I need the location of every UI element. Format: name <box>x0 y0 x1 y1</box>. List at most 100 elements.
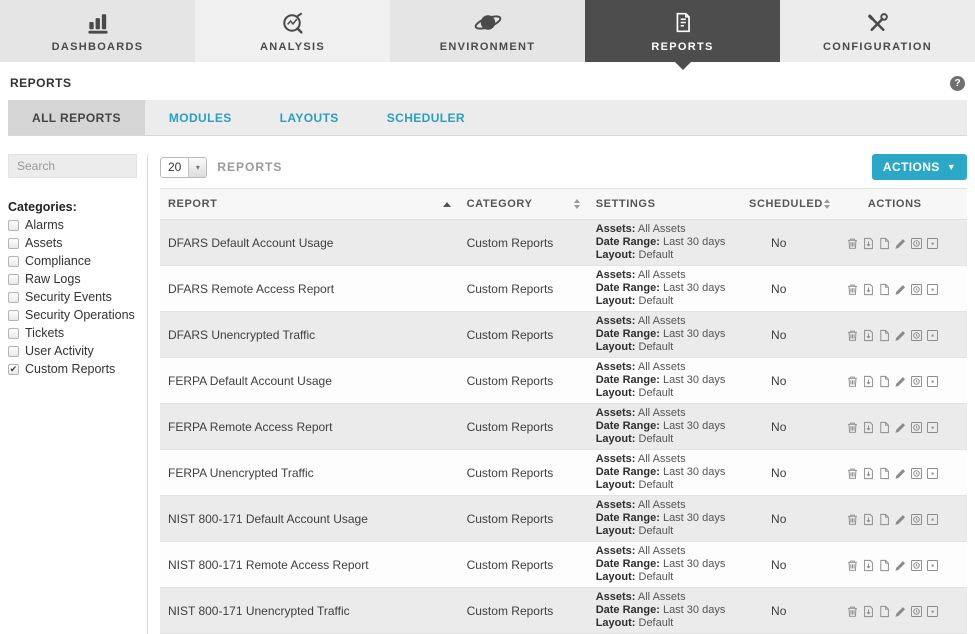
checkbox-icon[interactable] <box>8 237 19 249</box>
checkbox-icon[interactable] <box>8 291 19 303</box>
delete-icon[interactable] <box>846 513 859 526</box>
category-filter-security-operations[interactable]: Security Operations <box>8 308 137 322</box>
export-icon[interactable] <box>862 375 875 388</box>
checkbox-icon[interactable] <box>8 273 19 285</box>
export-icon[interactable] <box>862 467 875 480</box>
actions-button[interactable]: ACTIONS ▼ <box>871 154 967 180</box>
table-row[interactable]: FERPA Remote Access Report Custom Reports… <box>160 403 967 450</box>
copy-icon[interactable] <box>878 467 891 480</box>
edit-icon[interactable] <box>894 237 907 250</box>
copy-icon[interactable] <box>878 513 891 526</box>
delete-icon[interactable] <box>846 283 859 296</box>
edit-icon[interactable] <box>894 467 907 480</box>
edit-icon[interactable] <box>894 283 907 296</box>
checkbox-icon[interactable] <box>8 345 19 357</box>
delete-icon[interactable] <box>846 605 859 618</box>
tab-scheduler[interactable]: SCHEDULER <box>363 100 489 135</box>
search-input[interactable] <box>8 154 137 178</box>
table-row[interactable]: DFARS Default Account Usage Custom Report… <box>160 219 967 266</box>
table-row[interactable]: NIST 800-171 Remote Access Report Custom … <box>160 541 967 588</box>
category-filter-compliance[interactable]: Compliance <box>8 254 137 268</box>
category-filter-assets[interactable]: Assets <box>8 236 137 250</box>
help-icon[interactable]: ? <box>950 75 965 91</box>
run-icon[interactable] <box>926 329 939 342</box>
edit-icon[interactable] <box>894 421 907 434</box>
export-icon[interactable] <box>862 237 875 250</box>
run-icon[interactable] <box>926 283 939 296</box>
column-header-category[interactable]: CATEGORY <box>458 189 588 220</box>
checkbox-icon[interactable] <box>8 309 19 321</box>
schedule-icon[interactable] <box>910 283 923 296</box>
delete-icon[interactable] <box>846 559 859 572</box>
run-icon[interactable] <box>926 605 939 618</box>
schedule-icon[interactable] <box>910 559 923 572</box>
edit-icon[interactable] <box>894 375 907 388</box>
delete-icon[interactable] <box>846 421 859 434</box>
edit-icon[interactable] <box>894 513 907 526</box>
export-icon[interactable] <box>862 283 875 296</box>
export-icon[interactable] <box>862 559 875 572</box>
tab-layouts[interactable]: LAYOUTS <box>256 100 363 135</box>
copy-icon[interactable] <box>878 283 891 296</box>
tab-all-reports[interactable]: ALL REPORTS <box>8 100 145 135</box>
table-row[interactable]: DFARS Remote Access Report Custom Reports… <box>160 265 967 312</box>
edit-icon[interactable] <box>894 559 907 572</box>
delete-icon[interactable] <box>846 375 859 388</box>
delete-icon[interactable] <box>846 237 859 250</box>
column-header-report[interactable]: REPORT <box>160 189 459 220</box>
schedule-icon[interactable] <box>910 375 923 388</box>
category-filter-user-activity[interactable]: User Activity <box>8 344 137 358</box>
page-size-select[interactable]: 20 ▾ <box>160 156 208 178</box>
nav-item-analysis[interactable]: ANALYSIS <box>195 0 390 62</box>
copy-icon[interactable] <box>878 559 891 572</box>
copy-icon[interactable] <box>878 375 891 388</box>
schedule-icon[interactable] <box>910 329 923 342</box>
schedule-icon[interactable] <box>910 605 923 618</box>
checkbox-icon[interactable] <box>8 219 19 231</box>
schedule-icon[interactable] <box>910 237 923 250</box>
checkbox-icon[interactable] <box>8 327 19 339</box>
checkbox-checked-icon[interactable]: ✔ <box>8 363 19 375</box>
copy-icon[interactable] <box>878 329 891 342</box>
nav-item-environment[interactable]: ENVIRONMENT <box>390 0 585 62</box>
export-icon[interactable] <box>862 329 875 342</box>
category-filter-custom-reports[interactable]: ✔ Custom Reports <box>8 362 137 376</box>
nav-item-dashboards[interactable]: DASHBOARDS <box>0 0 195 62</box>
tab-modules[interactable]: MODULES <box>145 100 256 135</box>
table-row[interactable]: NIST 800-171 Unencrypted Traffic Custom R… <box>160 587 967 634</box>
table-row[interactable]: FERPA Unencrypted Traffic Custom Reports A… <box>160 449 967 496</box>
schedule-icon[interactable] <box>910 421 923 434</box>
run-icon[interactable] <box>926 513 939 526</box>
category-filter-raw-logs[interactable]: Raw Logs <box>8 272 137 286</box>
delete-icon[interactable] <box>846 329 859 342</box>
run-icon[interactable] <box>926 421 939 434</box>
table-row[interactable]: NIST 800-171 Default Account Usage Custom… <box>160 495 967 542</box>
report-settings: Assets: All Assets Date Range: Last 30 da… <box>587 219 742 266</box>
run-icon[interactable] <box>926 375 939 388</box>
run-icon[interactable] <box>926 559 939 572</box>
copy-icon[interactable] <box>878 237 891 250</box>
nav-item-configuration[interactable]: CONFIGURATION <box>780 0 975 62</box>
category-filter-security-events[interactable]: Security Events <box>8 290 137 304</box>
category-filter-tickets[interactable]: Tickets <box>8 326 137 340</box>
content: Categories: Alarms Assets Compliance Raw Lo… <box>8 154 967 634</box>
checkbox-icon[interactable] <box>8 255 19 267</box>
schedule-icon[interactable] <box>910 467 923 480</box>
column-label: REPORT <box>168 198 218 210</box>
nav-item-reports[interactable]: REPORTS <box>585 0 780 70</box>
run-icon[interactable] <box>926 467 939 480</box>
export-icon[interactable] <box>862 513 875 526</box>
category-filter-alarms[interactable]: Alarms <box>8 218 137 232</box>
table-row[interactable]: DFARS Unencrypted Traffic Custom Reports A… <box>160 311 967 358</box>
edit-icon[interactable] <box>894 605 907 618</box>
export-icon[interactable] <box>862 605 875 618</box>
copy-icon[interactable] <box>878 605 891 618</box>
copy-icon[interactable] <box>878 421 891 434</box>
run-icon[interactable] <box>926 237 939 250</box>
column-header-scheduled[interactable]: SCHEDULED <box>741 189 838 220</box>
schedule-icon[interactable] <box>910 513 923 526</box>
table-row[interactable]: FERPA Default Account Usage Custom Report… <box>160 357 967 404</box>
export-icon[interactable] <box>862 421 875 434</box>
delete-icon[interactable] <box>846 467 859 480</box>
edit-icon[interactable] <box>894 329 907 342</box>
